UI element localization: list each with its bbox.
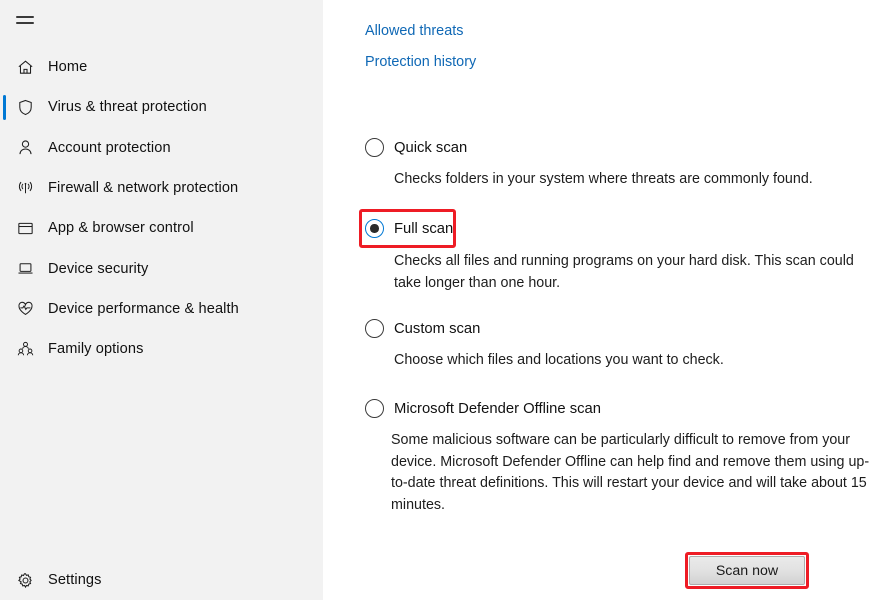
window-icon	[12, 216, 38, 240]
scan-option-defender-offline-scan: Microsoft Defender Offline scan Some mal…	[323, 399, 876, 516]
sidebar-item-label: Virus & threat protection	[48, 99, 207, 116]
scan-option-quick-scan: Quick scan Checks folders in your system…	[323, 138, 876, 191]
sidebar-item-label: Family options	[48, 341, 144, 358]
sidebar-item-firewall-network-protection[interactable]: Firewall & network protection	[0, 168, 323, 208]
heart-pulse-icon	[12, 297, 38, 321]
sidebar-item-virus-threat-protection[interactable]: Virus & threat protection	[0, 87, 323, 127]
active-indicator	[3, 95, 6, 120]
scan-option-description: Checks all files and running programs on…	[394, 253, 854, 291]
sidebar-item-home[interactable]: Home	[0, 47, 323, 87]
radio-defender-offline-scan[interactable]	[365, 399, 384, 418]
laptop-icon	[12, 257, 38, 281]
wireless-signal-icon	[12, 176, 38, 200]
home-icon	[12, 55, 38, 79]
scan-option-title: Custom scan	[394, 320, 481, 337]
sidebar-item-label: App & browser control	[48, 220, 194, 237]
scan-now-button[interactable]: Scan now	[689, 556, 805, 585]
sidebar-item-device-security[interactable]: Device security	[0, 248, 323, 288]
scan-option-title: Microsoft Defender Offline scan	[394, 400, 601, 417]
sidebar-item-label: Device security	[48, 260, 149, 277]
radio-row-defender-offline-scan[interactable]: Microsoft Defender Offline scan	[323, 399, 876, 418]
sidebar-item-label: Device performance & health	[48, 300, 239, 317]
family-people-icon	[12, 337, 38, 361]
scan-option-title: Quick scan	[394, 139, 468, 156]
sidebar-item-label: Firewall & network protection	[48, 180, 239, 197]
shield-icon	[12, 95, 38, 119]
windows-security-window: Home Virus & threat protection Account p…	[0, 0, 876, 600]
scan-option-title: Full scan	[394, 220, 454, 237]
scan-option-description: Checks folders in your system where thre…	[394, 171, 813, 187]
hamburger-line	[16, 16, 34, 18]
sidebar-item-settings[interactable]: Settings	[0, 560, 323, 600]
sidebar-item-app-browser-control[interactable]: App & browser control	[0, 208, 323, 248]
radio-row-quick-scan[interactable]: Quick scan	[323, 138, 876, 157]
radio-custom-scan[interactable]	[365, 319, 384, 338]
scan-option-description: Some malicious software can be particula…	[391, 432, 870, 513]
sidebar-item-family-options[interactable]: Family options	[0, 329, 323, 369]
hamburger-menu-button[interactable]	[12, 8, 40, 32]
sidebar-item-label: Settings	[48, 572, 102, 588]
radio-full-scan[interactable]	[365, 219, 384, 238]
radio-row-full-scan[interactable]: Full scan	[323, 219, 876, 238]
radio-quick-scan[interactable]	[365, 138, 384, 157]
sidebar-item-device-performance-health[interactable]: Device performance & health	[0, 289, 323, 329]
radio-row-custom-scan[interactable]: Custom scan	[323, 319, 876, 338]
gear-icon	[12, 568, 38, 592]
navigation-sidebar: Home Virus & threat protection Account p…	[0, 0, 323, 600]
sidebar-item-label: Home	[48, 59, 88, 76]
scan-option-description: Choose which files and locations you wan…	[394, 352, 724, 368]
person-icon	[12, 136, 38, 160]
sidebar-item-account-protection[interactable]: Account protection	[0, 128, 323, 168]
hamburger-line	[16, 22, 34, 24]
scan-option-full-scan: Full scan Checks all files and running p…	[323, 219, 876, 294]
main-content-panel: Allowed threats Protection history Quick…	[323, 0, 876, 600]
sidebar-nav-list: Home Virus & threat protection Account p…	[0, 47, 323, 369]
link-protection-history[interactable]: Protection history	[365, 54, 476, 70]
link-allowed-threats[interactable]: Allowed threats	[365, 23, 463, 39]
sidebar-item-label: Account protection	[48, 139, 171, 156]
scan-option-custom-scan: Custom scan Choose which files and locat…	[323, 319, 876, 372]
